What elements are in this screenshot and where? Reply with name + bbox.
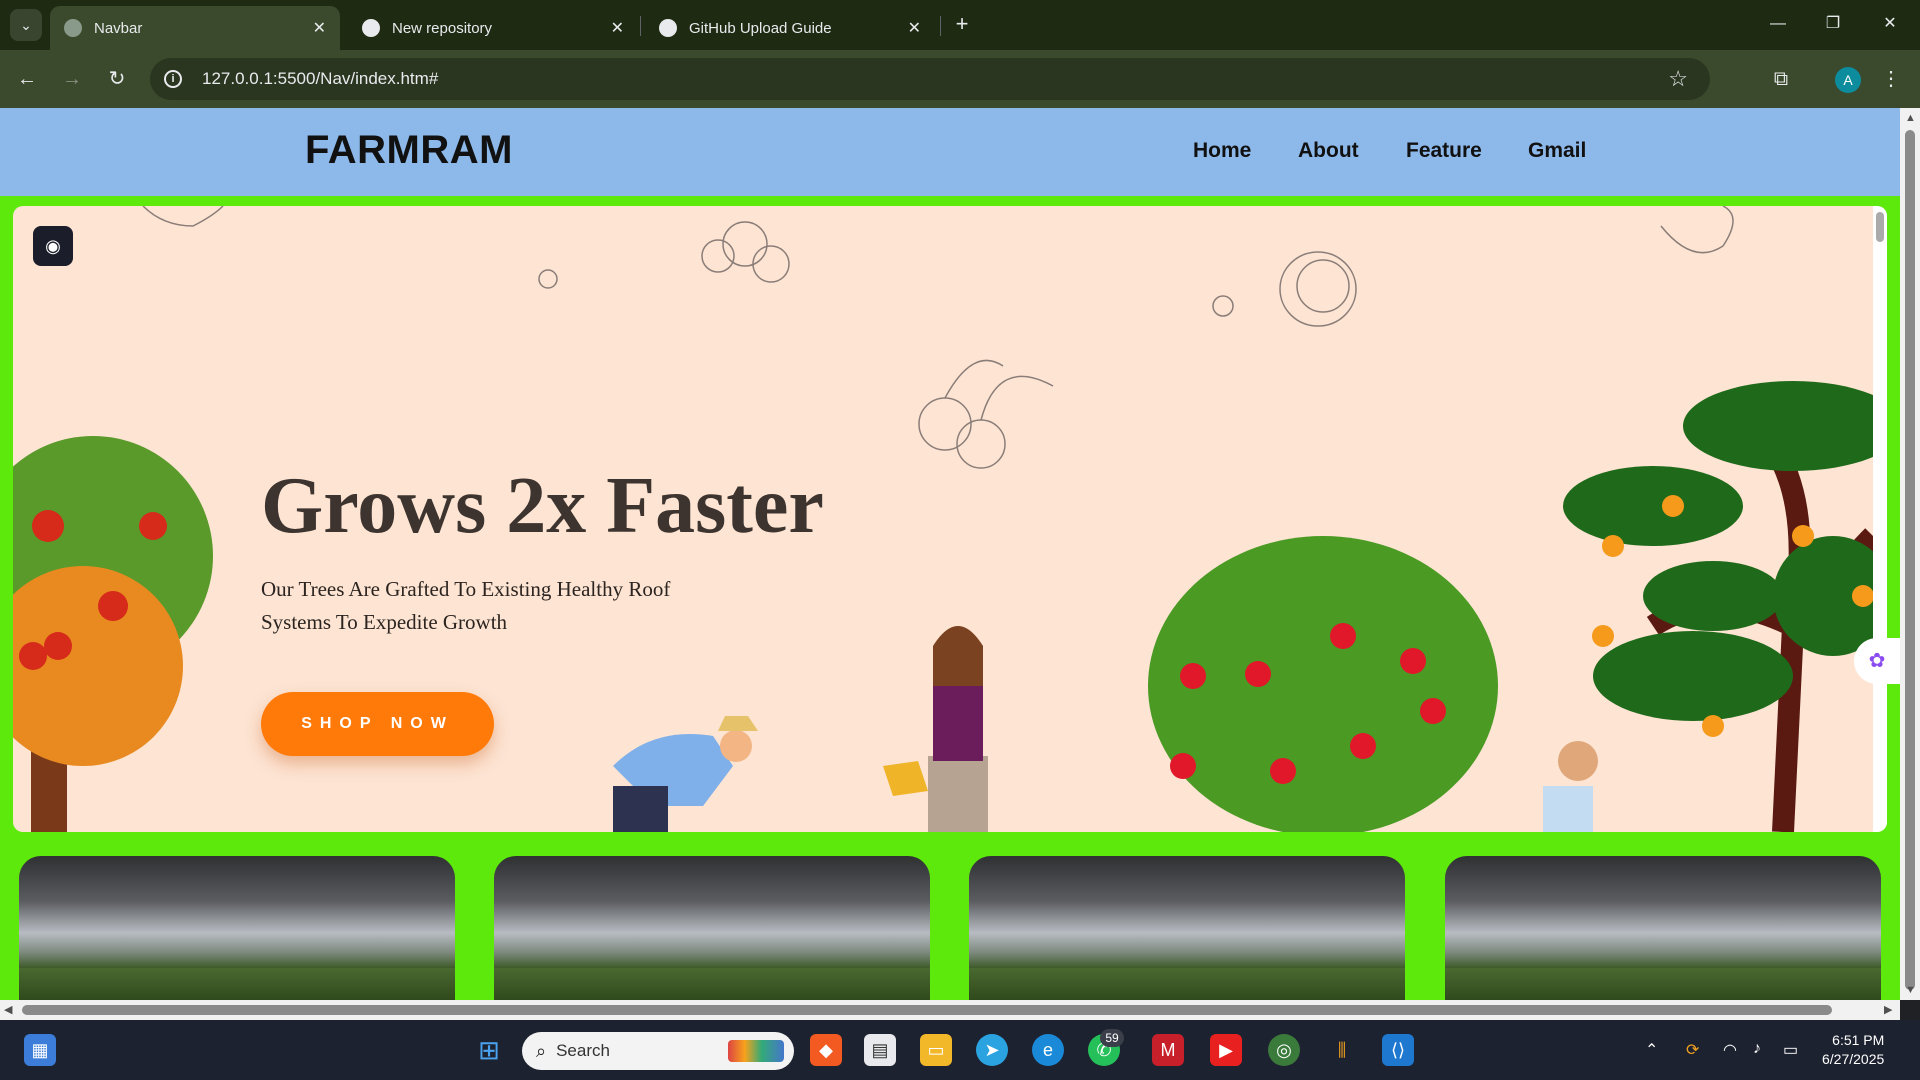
- youtube-icon[interactable]: ▶: [1210, 1034, 1242, 1066]
- vertical-scrollbar[interactable]: ▲ ▼: [1900, 108, 1920, 1000]
- globe-icon: [64, 19, 82, 37]
- sync-icon[interactable]: ⟳: [1686, 1040, 1699, 1060]
- forward-button[interactable]: →: [57, 64, 87, 94]
- vscode-icon[interactable]: ⟨⟩: [1382, 1034, 1414, 1066]
- close-icon[interactable]: ✕: [908, 18, 921, 38]
- windows-taskbar: ▦ ⊞ ⌕ Search ◆ ▤ ▭ ➤ e ✆ M ▶ ◎ ⫼ ⟨⟩: [0, 1020, 1920, 1080]
- app-icon[interactable]: ⫼: [1326, 1034, 1358, 1066]
- landscape-card[interactable]: [494, 856, 930, 1000]
- nav-link-gmail[interactable]: Gmail: [1528, 139, 1586, 163]
- hero-title: Grows 2x Faster: [261, 462, 824, 550]
- reload-button[interactable]: ↻: [102, 64, 132, 94]
- openai-icon: [659, 19, 677, 37]
- mcafee-icon[interactable]: M: [1152, 1034, 1184, 1066]
- close-icon[interactable]: ✕: [313, 18, 326, 38]
- tab-strip: ⌄ Navbar ✕ New repository ✕ GitHub Uploa…: [0, 0, 1920, 50]
- site-info-icon[interactable]: i: [164, 70, 182, 88]
- floating-brain-icon[interactable]: ✿: [1854, 638, 1900, 684]
- search-label: Search: [556, 1041, 610, 1060]
- menu-icon[interactable]: ⋮: [1876, 64, 1906, 94]
- clock-time: 6:51 PM: [1832, 1032, 1885, 1048]
- new-tab-button[interactable]: +: [950, 12, 974, 36]
- start-icon[interactable]: ⊞: [473, 1034, 505, 1066]
- tab-new-repository[interactable]: New repository ✕: [348, 6, 638, 50]
- system-clock[interactable]: 6:51 PM 6/27/2025: [1822, 1031, 1884, 1069]
- hero-subtitle: Our Trees Are Grafted To Existing Health…: [261, 577, 671, 634]
- brain-extension-icon[interactable]: ◉: [33, 226, 73, 266]
- landscape-card[interactable]: [969, 856, 1405, 1000]
- inner-scrollbar[interactable]: [1873, 206, 1887, 832]
- clock-date: 6/27/2025: [1822, 1051, 1885, 1067]
- extensions-icon[interactable]: ⧉: [1766, 64, 1796, 94]
- tab-search-button[interactable]: ⌄: [10, 9, 42, 41]
- horizontal-scrollbar[interactable]: ◀ ▶: [0, 1000, 1900, 1020]
- nav-link-home[interactable]: Home: [1193, 139, 1251, 163]
- widgets-icon[interactable]: ▦: [24, 1034, 56, 1066]
- edge-icon[interactable]: e: [1032, 1034, 1064, 1066]
- tab-title: New repository: [392, 19, 493, 37]
- wifi-icon[interactable]: ◠: [1723, 1040, 1737, 1060]
- tab-github-upload-guide[interactable]: GitHub Upload Guide ✕: [645, 6, 935, 50]
- close-icon[interactable]: ✕: [611, 18, 624, 38]
- hero-section: ◉ Grows 2x Faster Our Trees Are Grafted …: [13, 206, 1887, 832]
- taskbar-search[interactable]: ⌕ Search: [522, 1032, 794, 1070]
- close-window-button[interactable]: ✕: [1870, 10, 1910, 38]
- search-highlight-image: [728, 1040, 784, 1062]
- minimize-button[interactable]: —: [1758, 10, 1798, 38]
- tab-title: Navbar: [94, 19, 143, 37]
- battery-icon[interactable]: ▭: [1783, 1040, 1798, 1060]
- landscape-card[interactable]: [1445, 856, 1881, 1000]
- brave-icon[interactable]: ◆: [810, 1034, 842, 1066]
- bookmark-star-icon[interactable]: ☆: [1668, 66, 1688, 92]
- chrome-icon[interactable]: ◎: [1268, 1034, 1300, 1066]
- back-button[interactable]: ←: [12, 64, 42, 94]
- site-brand[interactable]: FARMRAM: [305, 128, 513, 173]
- whatsapp-badge: 59: [1100, 1029, 1124, 1047]
- tab-separator: [940, 16, 941, 36]
- site-navbar: FARMRAM Home About Feature Gmail: [0, 108, 1900, 196]
- search-icon: ⌕: [536, 1040, 547, 1061]
- address-bar[interactable]: i 127.0.0.1:5500/Nav/index.htm# ☆: [150, 58, 1710, 100]
- file-explorer-icon[interactable]: ▭: [920, 1034, 952, 1066]
- nav-link-about[interactable]: About: [1298, 139, 1359, 163]
- horizontal-scroll-thumb[interactable]: [22, 1005, 1832, 1015]
- chevron-up-icon[interactable]: ⌃: [1645, 1040, 1658, 1060]
- restore-button[interactable]: ❐: [1813, 10, 1853, 38]
- volume-icon[interactable]: ♪: [1753, 1040, 1761, 1058]
- browser-toolbar: ← → ↻ i 127.0.0.1:5500/Nav/index.htm# ☆ …: [0, 50, 1920, 108]
- tab-title: GitHub Upload Guide: [689, 19, 832, 37]
- shop-now-button[interactable]: SHOP NOW: [261, 692, 494, 756]
- github-icon: [362, 19, 380, 37]
- store-icon[interactable]: ▤: [864, 1034, 896, 1066]
- nav-link-feature[interactable]: Feature: [1406, 139, 1482, 163]
- vertical-scroll-thumb[interactable]: [1905, 130, 1915, 990]
- tab-separator: [640, 16, 641, 36]
- url-text[interactable]: 127.0.0.1:5500/Nav/index.htm#: [202, 69, 438, 89]
- profile-avatar[interactable]: A: [1835, 67, 1861, 93]
- telegram-icon[interactable]: ➤: [976, 1034, 1008, 1066]
- tab-navbar[interactable]: Navbar ✕: [50, 6, 340, 50]
- landscape-card[interactable]: [19, 856, 455, 1000]
- page-viewport: FARMRAM Home About Feature Gmail ◉ Grows…: [0, 108, 1900, 1000]
